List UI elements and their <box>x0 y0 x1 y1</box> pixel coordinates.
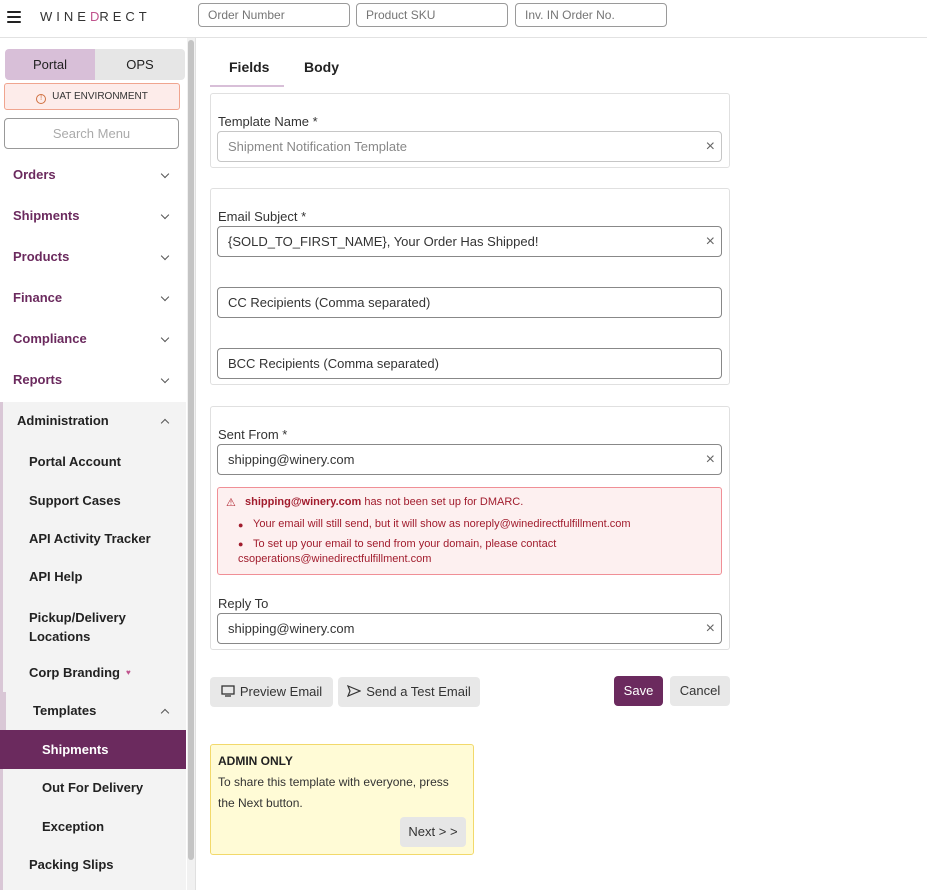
sidebar-item-support-cases[interactable]: Support Cases <box>29 493 121 508</box>
sender-card: Sent From * shipping@winery.com × ⚠ shipp… <box>210 406 730 650</box>
template-name-label: Template Name * <box>218 114 318 129</box>
sidebar-item-corp-branding[interactable]: Corp Branding ♥ <box>29 665 131 680</box>
sidebar-item-exception[interactable]: Exception <box>42 819 104 834</box>
dmarc-warning: ⚠ shipping@winery.com has not been set u… <box>217 487 722 575</box>
monitor-icon <box>221 685 235 697</box>
chevron-down-icon <box>160 210 170 220</box>
tab-body[interactable]: Body <box>304 48 339 86</box>
chevron-up-icon <box>160 418 170 428</box>
cc-recipients-field[interactable]: CC Recipients (Comma separated) <box>217 287 722 318</box>
order-number-search-input[interactable] <box>198 3 350 27</box>
warning-bullet-noreply: Your email will still send, but it will … <box>253 518 631 530</box>
template-name-field[interactable]: Shipment Notification Template × <box>217 131 722 162</box>
info-icon: ! <box>36 94 47 104</box>
sidebar-item-finance[interactable]: Finance <box>0 279 186 317</box>
search-menu-input[interactable]: Search Menu <box>4 118 179 149</box>
chevron-down-icon <box>160 169 170 179</box>
sidebar-item-products[interactable]: Products <box>0 238 186 276</box>
send-icon <box>347 684 362 698</box>
sidebar-item-out-for-delivery[interactable]: Out For Delivery <box>42 780 143 795</box>
save-button[interactable]: Save <box>614 676 663 706</box>
cancel-button[interactable]: Cancel <box>670 676 730 706</box>
sidebar-item-orders[interactable]: Orders <box>0 156 186 194</box>
chevron-down-icon <box>160 374 170 384</box>
warning-message: has not been set up for DMARC. <box>361 496 524 508</box>
product-sku-search-input[interactable] <box>356 3 508 27</box>
template-name-card: Template Name * Shipment Notification Te… <box>210 93 730 168</box>
reply-to-label: Reply To <box>218 596 269 611</box>
admin-only-notice: ADMIN ONLY To share this template with e… <box>210 744 474 855</box>
chevron-down-icon <box>160 251 170 261</box>
warning-icon: ⚠ <box>226 497 236 509</box>
reply-to-field[interactable]: shipping@winery.com × <box>217 613 722 644</box>
email-subject-field[interactable]: {SOLD_TO_FIRST_NAME}, Your Order Has Shi… <box>217 226 722 257</box>
sidebar-item-compliance[interactable]: Compliance <box>0 320 186 358</box>
top-bar: WINEDRECT <box>0 0 927 38</box>
next-button[interactable]: Next > > <box>400 817 466 847</box>
brand-logo[interactable]: WINEDRECT <box>40 9 151 24</box>
sent-from-field[interactable]: shipping@winery.com × <box>217 444 722 475</box>
email-settings-card: Email Subject * {SOLD_TO_FIRST_NAME}, Yo… <box>210 188 730 385</box>
chevron-down-icon <box>160 333 170 343</box>
sidebar-scrollbar-thumb[interactable] <box>188 40 194 860</box>
sidebar-item-pickup-delivery-locations[interactable]: Pickup/Delivery Locations <box>29 608 126 646</box>
clear-icon[interactable]: × <box>706 614 715 643</box>
sidebar-item-api-help[interactable]: API Help <box>29 569 82 584</box>
chevron-up-icon <box>160 708 170 718</box>
sidebar-item-portal-account[interactable]: Portal Account <box>29 454 121 469</box>
email-subject-label: Email Subject * <box>218 209 307 224</box>
clear-icon[interactable]: × <box>706 132 715 161</box>
sidebar: Portal OPS ! UAT ENVIRONMENT Search Menu … <box>0 38 196 890</box>
admin-only-description: To share this template with everyone, pr… <box>218 775 449 810</box>
ops-toggle-button[interactable]: OPS <box>95 49 185 80</box>
send-test-email-button[interactable]: Send a Test Email <box>338 677 480 707</box>
active-tab-indicator <box>210 85 284 87</box>
uat-environment-badge: ! UAT ENVIRONMENT <box>4 83 180 110</box>
clear-icon[interactable]: × <box>706 227 715 256</box>
tab-fields[interactable]: Fields <box>229 48 269 86</box>
sidebar-item-api-activity-tracker[interactable]: API Activity Tracker <box>29 531 151 546</box>
bcc-recipients-field[interactable]: BCC Recipients (Comma separated) <box>217 348 722 379</box>
sidebar-item-template-shipments[interactable]: Shipments <box>42 742 108 757</box>
preview-email-button[interactable]: Preview Email <box>210 677 333 707</box>
sidebar-item-administration[interactable]: Administration <box>0 402 186 440</box>
heart-icon: ♥ <box>126 668 131 677</box>
chevron-down-icon <box>160 292 170 302</box>
inv-order-search-input[interactable] <box>515 3 667 27</box>
sent-from-label: Sent From * <box>218 427 288 442</box>
hamburger-menu-icon[interactable] <box>7 11 21 23</box>
warning-bullet-contact: To set up your email to send from your d… <box>238 538 557 565</box>
warning-email: shipping@winery.com <box>245 496 362 508</box>
sidebar-item-templates[interactable]: Templates <box>0 692 186 730</box>
clear-icon[interactable]: × <box>706 445 715 474</box>
portal-ops-toggle: Portal OPS <box>5 49 185 80</box>
sidebar-item-reports[interactable]: Reports <box>0 361 186 399</box>
admin-only-title: ADMIN ONLY <box>218 754 293 768</box>
sidebar-item-packing-slips[interactable]: Packing Slips <box>29 857 114 872</box>
portal-toggle-button[interactable]: Portal <box>5 49 95 80</box>
main-content: Fields Body Template Name * Shipment Not… <box>196 38 927 890</box>
sidebar-item-shipments[interactable]: Shipments <box>0 197 186 235</box>
